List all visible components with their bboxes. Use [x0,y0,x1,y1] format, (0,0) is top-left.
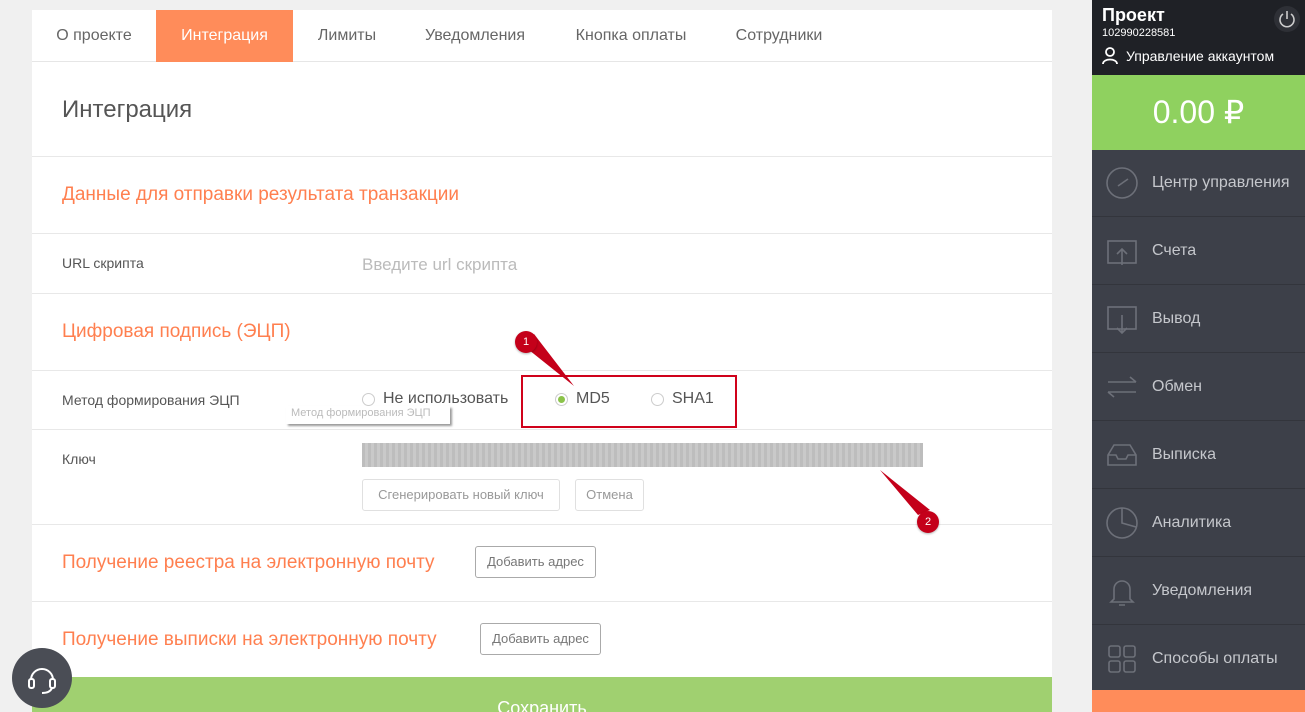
inbox-tray-icon [1107,444,1137,466]
exchange-arrows-icon [1107,376,1137,398]
signature-method-label: Метод формирования ЭЦП [62,392,240,408]
cancel-button[interactable]: Отмена [575,479,644,511]
sidebar: Проект 102990228581 Управление аккаунтом… [1092,0,1305,712]
sidebar-item-label: Обмен [1152,378,1202,395]
power-icon [1279,11,1295,28]
support-chat-button[interactable] [12,648,72,708]
sidebar-item-analytics[interactable]: Аналитика [1092,490,1305,557]
sidebar-item-notifications[interactable]: Уведомления [1092,558,1305,625]
tab-integration[interactable]: Интеграция [156,10,293,62]
pie-chart-icon [1106,507,1138,539]
save-button[interactable]: Сохранить [32,677,1052,712]
tab-limits[interactable]: Лимиты [293,10,401,62]
tab-bar: О проекте Интеграция Лимиты Уведомления … [32,10,1052,62]
wallet-in-icon [1107,240,1137,265]
dashboard-gauge-icon [1106,167,1138,199]
registry-section-title: Получение реестра на электронную почту [62,552,435,573]
sidebar-item-label: Вывод [1152,310,1201,327]
sidebar-item-payment-methods[interactable]: Способы оплаты [1092,626,1305,693]
integration-card: О проекте Интеграция Лимиты Уведомления … [32,10,1052,712]
wallet-out-icon [1107,306,1137,335]
sidebar-item-label: Аналитика [1152,514,1232,531]
divider [32,293,1052,294]
project-id: 102990228581 [1102,27,1176,39]
sidebar-item-label: Выписка [1152,446,1217,463]
sidebar-item-label: Способы оплаты [1152,650,1278,667]
key-label: Ключ [62,451,96,467]
account-link-label: Управление аккаунтом [1126,48,1275,64]
power-button[interactable] [1274,6,1300,32]
account-management-link[interactable]: Управление аккаунтом [1102,47,1274,65]
sidebar-item-label: Уведомления [1152,582,1253,599]
project-name: Проект [1102,5,1165,25]
sidebar-item-label: Центр управления [1152,174,1290,191]
key-value-masked [362,443,923,467]
generate-key-button[interactable]: Сгенерировать новый ключ [362,479,560,511]
tooltip: Метод формирования ЭЦП [286,406,450,424]
add-statement-address-button[interactable]: Добавить адрес [480,623,601,655]
grid-squares-icon [1108,645,1136,673]
sidebar-bottom-accent [1092,690,1305,712]
sidebar-header: Проект 102990228581 Управление аккаунтом [1092,0,1305,75]
divider [32,370,1052,371]
sidebar-item-withdraw[interactable]: Вывод [1092,286,1305,353]
sidebar-item-statement[interactable]: Выписка [1092,422,1305,489]
sidebar-item-label: Счета [1152,242,1197,259]
transaction-section-title: Данные для отправки результата транзакци… [62,184,460,205]
tab-notifications[interactable]: Уведомления [401,10,549,62]
divider [32,601,1052,602]
divider [32,233,1052,234]
annotation-badge-2: 2 [917,511,939,533]
bell-icon [1109,580,1135,606]
sidebar-item-exchange[interactable]: Обмен [1092,354,1305,421]
page-title: Интеграция [62,96,193,123]
divider [32,524,1052,525]
divider [32,156,1052,157]
signature-section-title: Цифровая подпись (ЭЦП) [62,321,291,342]
statement-section-title: Получение выписки на электронную почту [62,629,437,650]
annotation-badge-1: 1 [515,331,537,353]
tab-about[interactable]: О проекте [32,10,156,62]
tab-payment-button[interactable]: Кнопка оплаты [549,10,713,62]
tab-employees[interactable]: Сотрудники [713,10,845,62]
user-icon [1102,47,1118,65]
radio-circle [362,392,375,406]
annotation-highlight-box [521,375,737,428]
balance: 0.00 ₽ [1092,75,1305,150]
add-registry-address-button[interactable]: Добавить адрес [475,546,596,578]
sidebar-item-invoices[interactable]: Счета [1092,218,1305,285]
divider [32,429,1052,430]
headset-icon [28,668,56,694]
url-input[interactable] [362,250,862,280]
url-label: URL скрипта [62,255,144,271]
sidebar-item-dashboard[interactable]: Центр управления [1092,150,1305,217]
